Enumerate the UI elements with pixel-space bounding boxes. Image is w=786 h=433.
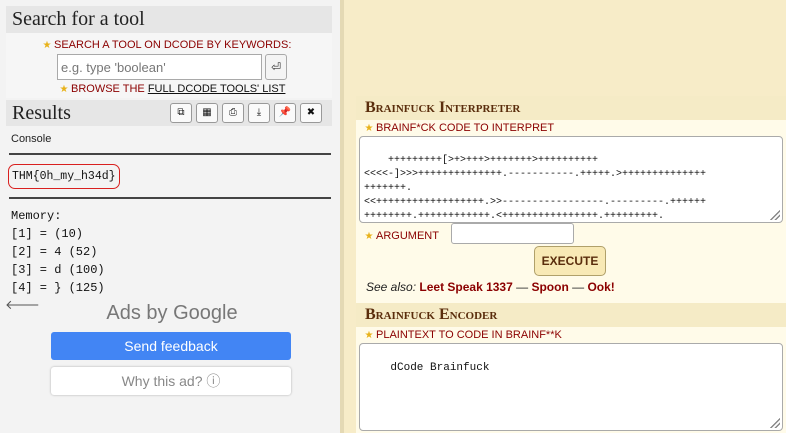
argument-label: ★ ARGUMENT bbox=[362, 230, 439, 242]
search-input[interactable] bbox=[57, 54, 262, 80]
print-icon: ⎙ bbox=[229, 107, 237, 118]
brainfuck-code: +++++++++[>+>+++>+++++++>++++++++++ <<<<… bbox=[364, 155, 707, 222]
interpreter-title: Brainfuck Interpreter bbox=[356, 96, 786, 120]
download-icon: ⤓ bbox=[256, 107, 262, 118]
browse-prefix: BROWSE THE bbox=[71, 83, 145, 95]
plaintext-label-text: PLAINTEXT TO CODE IN BRAINF**K bbox=[376, 329, 562, 341]
star-icon: ★ bbox=[42, 40, 52, 51]
encoder-title: Brainfuck Encoder bbox=[356, 303, 786, 327]
search-submit-button[interactable]: ⏎ bbox=[265, 54, 287, 80]
search-keywords-label: ★ SEARCH A TOOL ON DCODE BY KEYWORDS: bbox=[40, 39, 292, 51]
result-output: THM{0h_my_h34d} bbox=[8, 164, 120, 189]
copy-button[interactable]: ⧉ bbox=[170, 103, 192, 123]
memory-line: [2] = 4 (52) bbox=[11, 245, 98, 259]
encoder-panel: Brainfuck Encoder ★ PLAINTEXT TO CODE IN … bbox=[356, 303, 786, 433]
divider bbox=[9, 153, 331, 155]
argument-label-text: ARGUMENT bbox=[376, 230, 439, 242]
see-also-link-ook[interactable]: Ook! bbox=[587, 280, 614, 294]
see-also: See also: Leet Speak 1337 — Spoon — Ook! bbox=[366, 280, 615, 294]
resize-grip-icon[interactable] bbox=[770, 418, 780, 428]
see-also-link-leet[interactable]: Leet Speak 1337 bbox=[419, 280, 512, 294]
browse-tools: ★ BROWSE THE FULL DCODE TOOLS' LIST bbox=[57, 83, 286, 95]
close-icon: ✖ bbox=[306, 107, 316, 118]
send-feedback-button[interactable]: Send feedback bbox=[51, 332, 291, 360]
results-header: Results ⧉ ▦ ⎙ ⤓ 📌 ✖ bbox=[6, 100, 332, 126]
plaintext-textarea[interactable]: dCode Brainfuck bbox=[359, 343, 783, 431]
code-label-text: BRAINF*CK CODE TO INTERPRET bbox=[376, 122, 555, 134]
pin-icon: 📌 bbox=[278, 107, 292, 118]
console-label: Console bbox=[11, 133, 52, 145]
copy-icon: ⧉ bbox=[177, 107, 185, 118]
star-icon: ★ bbox=[364, 330, 374, 341]
memory-line: Memory: bbox=[11, 209, 62, 223]
resize-grip-icon[interactable] bbox=[770, 210, 780, 220]
brainfuck-code-textarea[interactable]: +++++++++[>+>+++>+++++++>++++++++++ <<<<… bbox=[359, 136, 783, 223]
argument-input[interactable] bbox=[451, 223, 574, 244]
star-icon: ★ bbox=[364, 231, 374, 242]
plaintext-label: ★ PLAINTEXT TO CODE IN BRAINF**K bbox=[362, 329, 562, 341]
arrow-left-icon[interactable]: 🡐 bbox=[5, 297, 40, 313]
plaintext-value: dCode Brainfuck bbox=[390, 362, 490, 374]
interpreter-panel: Brainfuck Interpreter ★ BRAINF*CK CODE TO… bbox=[356, 96, 786, 304]
star-icon: ★ bbox=[364, 123, 374, 134]
star-icon: ★ bbox=[59, 84, 69, 95]
results-title: Results bbox=[12, 102, 71, 124]
code-label: ★ BRAINF*CK CODE TO INTERPRET bbox=[362, 122, 555, 134]
ad-block: Ads by Google Send feedback Why this ad?… bbox=[6, 297, 338, 433]
divider bbox=[9, 197, 331, 199]
print-button[interactable]: ⎙ bbox=[222, 103, 244, 123]
search-keywords-text: SEARCH A TOOL ON DCODE BY KEYWORDS: bbox=[54, 39, 292, 51]
pin-button[interactable]: 📌 bbox=[274, 103, 296, 123]
search-title: Search for a tool bbox=[6, 6, 332, 33]
calculator-button[interactable]: ▦ bbox=[196, 103, 218, 123]
close-button[interactable]: ✖ bbox=[300, 103, 322, 123]
why-this-ad-button[interactable]: Why this ad? ⓘ bbox=[51, 367, 291, 395]
memory-line: [1] = (10) bbox=[11, 227, 84, 241]
download-button[interactable]: ⤓ bbox=[248, 103, 270, 123]
see-also-label: See also: bbox=[366, 280, 417, 294]
calculator-icon: ▦ bbox=[202, 107, 212, 118]
see-also-link-spoon[interactable]: Spoon bbox=[531, 280, 568, 294]
ads-by-google: Ads by Google bbox=[106, 302, 238, 324]
memory-line: [3] = d (100) bbox=[11, 263, 105, 277]
execute-button[interactable]: EXECUTE bbox=[534, 246, 606, 276]
full-tools-list-link[interactable]: FULL DCODE TOOLS' LIST bbox=[148, 83, 286, 95]
memory-dump: Memory: [1] = (10) [2] = 4 (52) [3] = d … bbox=[11, 207, 105, 297]
sidebar-divider bbox=[340, 0, 344, 433]
memory-line: [4] = } (125) bbox=[11, 281, 105, 295]
